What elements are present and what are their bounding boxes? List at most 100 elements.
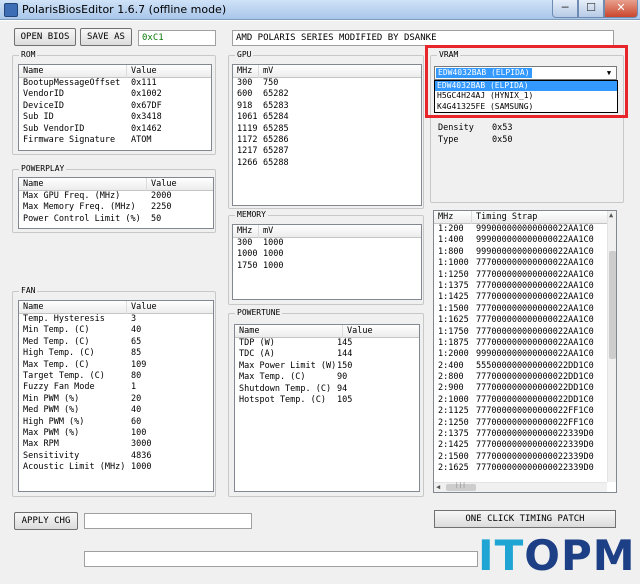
fan-row[interactable]: Max PWM (%) 100 <box>19 428 213 439</box>
vram-option[interactable]: H5GC4H24AJ (HYNIX_1) <box>435 91 617 101</box>
timing-row[interactable]: 2:1625 777000000000000022339D0 <box>434 463 616 474</box>
save-as-button[interactable]: SAVE AS <box>80 28 132 46</box>
gpu-col-mv[interactable]: mV <box>259 65 421 78</box>
timing-horizontal-scrollbar[interactable]: ◀ <box>434 482 607 492</box>
timing-row[interactable]: 2:1125 777000000000000022FF1C0 <box>434 406 616 417</box>
timing-vertical-scrollbar[interactable]: ▲ <box>607 211 616 482</box>
gpu-row[interactable]: 1266 65288 <box>233 158 421 169</box>
timing-horizontal-scroll-thumb[interactable] <box>446 482 476 491</box>
timing-row[interactable]: 1:1000 777000000000000022AA1C0 <box>434 258 616 269</box>
fan-row[interactable]: Temp. Hysteresis 3 <box>19 314 213 325</box>
fan-col-value[interactable]: Value <box>127 301 213 314</box>
minimize-button[interactable]: ─ <box>552 0 578 18</box>
vram-dropdown-list[interactable]: EDW4032BAB (ELPIDA) H5GC4H24AJ (HYNIX_1)… <box>434 80 618 113</box>
timing-row[interactable]: 2:1425 777000000000000022339D0 <box>434 440 616 451</box>
fan-row[interactable]: Max RPM 3000 <box>19 439 213 450</box>
timing-col-mhz[interactable]: MHz <box>434 211 472 224</box>
vram-option[interactable]: K4G41325FE (SAMSUNG) <box>435 102 617 112</box>
powerplay-col-value[interactable]: Value <box>147 178 213 191</box>
timing-row[interactable]: 1:1250 777000000000000022AA1C0 <box>434 270 616 281</box>
timing-row[interactable]: 2:1375 777000000000000022339D0 <box>434 429 616 440</box>
fan-row[interactable]: Acoustic Limit (MHz) 1000 <box>19 462 213 473</box>
timing-row[interactable]: 1:2000 999000000000000022AA1C0 <box>434 349 616 360</box>
scroll-left-icon[interactable]: ◀ <box>436 483 440 491</box>
timing-row[interactable]: 1:1425 777000000000000022AA1C0 <box>434 292 616 303</box>
fan-row[interactable]: Target Temp. (C) 80 <box>19 371 213 382</box>
rom-list[interactable]: Name Value BootupMessageOffset 0x111 Vendo… <box>18 64 212 151</box>
powertune-row[interactable]: Hotspot Temp. (C) 105 <box>235 395 419 406</box>
rom-col-name[interactable]: Name <box>19 65 127 78</box>
gpu-row[interactable]: 300 750 <box>233 78 421 89</box>
fan-row[interactable]: High PWM (%) 60 <box>19 417 213 428</box>
powertune-row[interactable]: TDC (A) 144 <box>235 349 419 360</box>
memory-col-mhz[interactable]: MHz <box>233 225 259 238</box>
timing-row[interactable]: 1:400 999000000000000022AA1C0 <box>434 235 616 246</box>
vram-option[interactable]: EDW4032BAB (ELPIDA) <box>435 81 617 92</box>
powertune-row[interactable]: Max Temp. (C) 90 <box>235 372 419 383</box>
powerplay-row[interactable]: Power Control Limit (%) 50 <box>19 214 213 225</box>
gpu-row[interactable]: 600 65282 <box>233 89 421 100</box>
timing-row[interactable]: 1:1750 777000000000000022AA1C0 <box>434 327 616 338</box>
memory-row[interactable]: 1000 1000 <box>233 249 421 260</box>
timing-row[interactable]: 1:1375 777000000000000022AA1C0 <box>434 281 616 292</box>
timing-list[interactable]: MHz Timing Strap 1:200 999000000000000022… <box>433 210 617 493</box>
open-bios-button[interactable]: OPEN BIOS <box>14 28 76 46</box>
timing-vertical-scroll-thumb[interactable] <box>609 251 616 359</box>
timing-row[interactable]: 2:800 777000000000000022DD1C0 <box>434 372 616 383</box>
timing-col-strap[interactable]: Timing Strap <box>472 211 616 224</box>
gpu-row[interactable]: 918 65283 <box>233 101 421 112</box>
one-click-timing-patch-button[interactable]: ONE CLICK TIMING PATCH <box>434 510 616 528</box>
powerplay-row[interactable]: Max GPU Freq. (MHz) 2000 <box>19 191 213 202</box>
timing-row[interactable]: 1:800 999000000000000022AA1C0 <box>434 247 616 258</box>
fan-row[interactable]: Med Temp. (C) 65 <box>19 337 213 348</box>
fan-row[interactable]: Min PWM (%) 20 <box>19 394 213 405</box>
fan-row[interactable]: High Temp. (C) 85 <box>19 348 213 359</box>
powerplay-list[interactable]: Name Value Max GPU Freq. (MHz) 2000 Max Me… <box>18 177 214 229</box>
checksum-field[interactable]: 0xC1 <box>138 30 216 46</box>
bios-name-field[interactable]: AMD POLARIS SERIES MODIFIED BY DSANKE <box>232 30 614 46</box>
powertune-col-value[interactable]: Value <box>343 325 419 338</box>
timing-row[interactable]: 2:400 555000000000000022DD1C0 <box>434 361 616 372</box>
rom-row[interactable]: Sub VendorID 0x1462 <box>19 124 211 135</box>
memory-row[interactable]: 300 1000 <box>233 238 421 249</box>
rom-row[interactable]: VendorID 0x1002 <box>19 89 211 100</box>
powertune-list[interactable]: Name Value TDP (W) 145 TDC (A) 144 Max Power… <box>234 324 420 492</box>
powertune-row[interactable]: TDP (W) 145 <box>235 338 419 349</box>
timing-row[interactable]: 1:1500 777000000000000022AA1C0 <box>434 304 616 315</box>
apply-status-field[interactable] <box>84 513 252 529</box>
timing-row[interactable]: 1:1875 777000000000000022AA1C0 <box>434 338 616 349</box>
rom-row[interactable]: Sub ID 0x3418 <box>19 112 211 123</box>
fan-row[interactable]: Max Temp. (C) 109 <box>19 360 213 371</box>
fan-row[interactable]: Med PWM (%) 40 <box>19 405 213 416</box>
powertune-col-name[interactable]: Name <box>235 325 343 338</box>
powerplay-col-name[interactable]: Name <box>19 178 147 191</box>
timing-row[interactable]: 1:1625 777000000000000022AA1C0 <box>434 315 616 326</box>
vram-select[interactable]: EDW4032BAB (ELPIDA) ▼ <box>434 66 617 80</box>
apply-chg-button[interactable]: APPLY CHG <box>14 512 78 530</box>
memory-list[interactable]: MHz mV 300 1000 1000 1000 1750 1000 <box>232 224 422 300</box>
fan-list[interactable]: Name Value Temp. Hysteresis 3 Min Temp. (C… <box>18 300 214 492</box>
powerplay-row[interactable]: Max Memory Freq. (MHz) 2250 <box>19 202 213 213</box>
fan-row[interactable]: Sensitivity 4836 <box>19 451 213 462</box>
rom-row[interactable]: BootupMessageOffset 0x111 <box>19 78 211 89</box>
gpu-row[interactable]: 1061 65284 <box>233 112 421 123</box>
timing-row[interactable]: 2:1250 777000000000000022FF1C0 <box>434 418 616 429</box>
timing-row[interactable]: 2:1000 777000000000000022DD1C0 <box>434 395 616 406</box>
close-button[interactable]: ✕ <box>604 0 638 18</box>
scroll-up-icon[interactable]: ▲ <box>609 211 613 219</box>
memory-col-mv[interactable]: mV <box>259 225 421 238</box>
gpu-row[interactable]: 1119 65285 <box>233 124 421 135</box>
gpu-col-mhz[interactable]: MHz <box>233 65 259 78</box>
gpu-row[interactable]: 1172 65286 <box>233 135 421 146</box>
fan-col-name[interactable]: Name <box>19 301 127 314</box>
timing-row[interactable]: 1:200 999000000000000022AA1C0 <box>434 224 616 235</box>
rom-col-value[interactable]: Value <box>127 65 211 78</box>
chevron-down-icon[interactable]: ▼ <box>603 68 615 78</box>
timing-row[interactable]: 2:900 777000000000000022DD1C0 <box>434 383 616 394</box>
timing-row[interactable]: 2:1500 777000000000000022339D0 <box>434 452 616 463</box>
rom-row[interactable]: Firmware Signature ATOM <box>19 135 211 146</box>
title-bar[interactable]: PolarisBiosEditor 1.6.7 (offline mode) ─… <box>0 0 640 20</box>
maximize-button[interactable]: ☐ <box>578 0 604 18</box>
fan-row[interactable]: Min Temp. (C) 40 <box>19 325 213 336</box>
rom-row[interactable]: DeviceID 0x67DF <box>19 101 211 112</box>
